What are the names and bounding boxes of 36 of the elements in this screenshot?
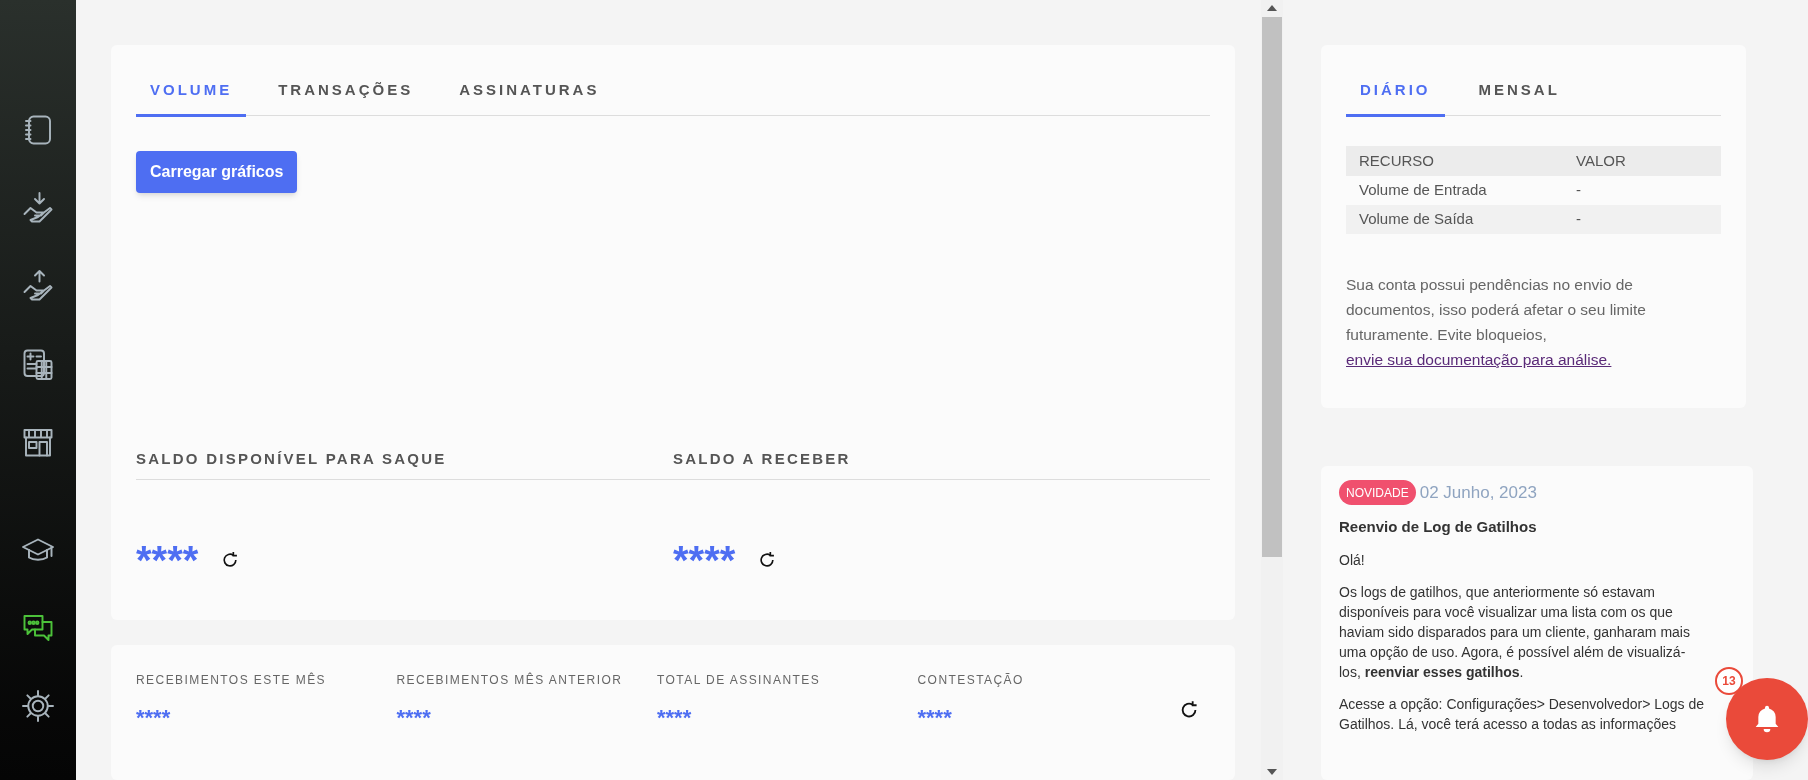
news-paragraph: Os logs de gatilhos, que anteriormente só estavam disponíveis para você visualizar uma lista com os que haviam sido disparados para um cliente, ganharam mais uma opção de uso. Agora, é possível além de visualizá-los, reenviar esses gatilhos.	[1339, 583, 1691, 683]
news-paragraph: Olá!	[1339, 551, 1366, 571]
scroll-down-icon[interactable]	[1267, 769, 1277, 775]
tab[interactable]: TRANSAÇÕES	[264, 67, 428, 117]
tab[interactable]: DIÁRIO	[1346, 67, 1445, 117]
news-date: 02 Junho, 2023	[1419, 482, 1537, 505]
documentation-link[interactable]: envie sua documentação para análise.	[1346, 351, 1612, 368]
scrollbar-thumb[interactable]	[1262, 17, 1282, 557]
news-badge: NOVIDADE	[1339, 480, 1416, 506]
news-paragraph: Acesse a opção: Configurações> Desenvolvedor> Logs de Gatilhos. Lá, você terá acesso a todas as informações	[1339, 695, 1705, 735]
table-cell: Volume de Saída	[1346, 205, 1576, 234]
balance-label: SALDO A RECEBER	[673, 450, 851, 468]
stat-label: RECEBIMENTOS ESTE MÊS	[136, 671, 328, 690]
stat-label: CONTESTAÇÃO	[917, 672, 1025, 690]
table-cell: Volume de Entrada	[1346, 176, 1576, 205]
balance-value: ****	[673, 540, 736, 581]
column-header: VALOR	[1576, 146, 1721, 176]
tab[interactable]: ASSINATURAS	[445, 67, 614, 117]
stat-label: RECEBIMENTOS MÊS ANTERIOR	[396, 671, 624, 690]
balance-label: SALDO DISPONÍVEL PARA SAQUE	[136, 450, 447, 468]
notice-text: Sua conta possui pendências no envio de documentos, isso poderá afetar o seu limite futuramente. Evite bloqueios, envie sua documentação para análise.	[1346, 275, 1647, 370]
balance-value: ****	[136, 540, 199, 581]
table-cell: -	[1576, 205, 1721, 234]
stat-value: ****	[136, 704, 172, 733]
column-header: RECURSO	[1346, 146, 1576, 176]
stat-value: ****	[917, 704, 953, 733]
tab[interactable]: VOLUME	[136, 67, 247, 117]
load-charts-button[interactable]: Carregar gráficos	[136, 151, 298, 193]
stat-label: TOTAL DE ASSINANTES	[657, 672, 822, 690]
tab[interactable]: MENSAL	[1464, 67, 1574, 117]
settings-icon[interactable]	[20, 688, 56, 724]
stat-value: ****	[396, 704, 432, 733]
news-title: Reenvio de Log de Gatilhos	[1339, 516, 1538, 537]
scroll-up-icon[interactable]	[1267, 5, 1277, 11]
stat-value: ****	[657, 704, 693, 733]
table-cell: -	[1576, 176, 1721, 205]
